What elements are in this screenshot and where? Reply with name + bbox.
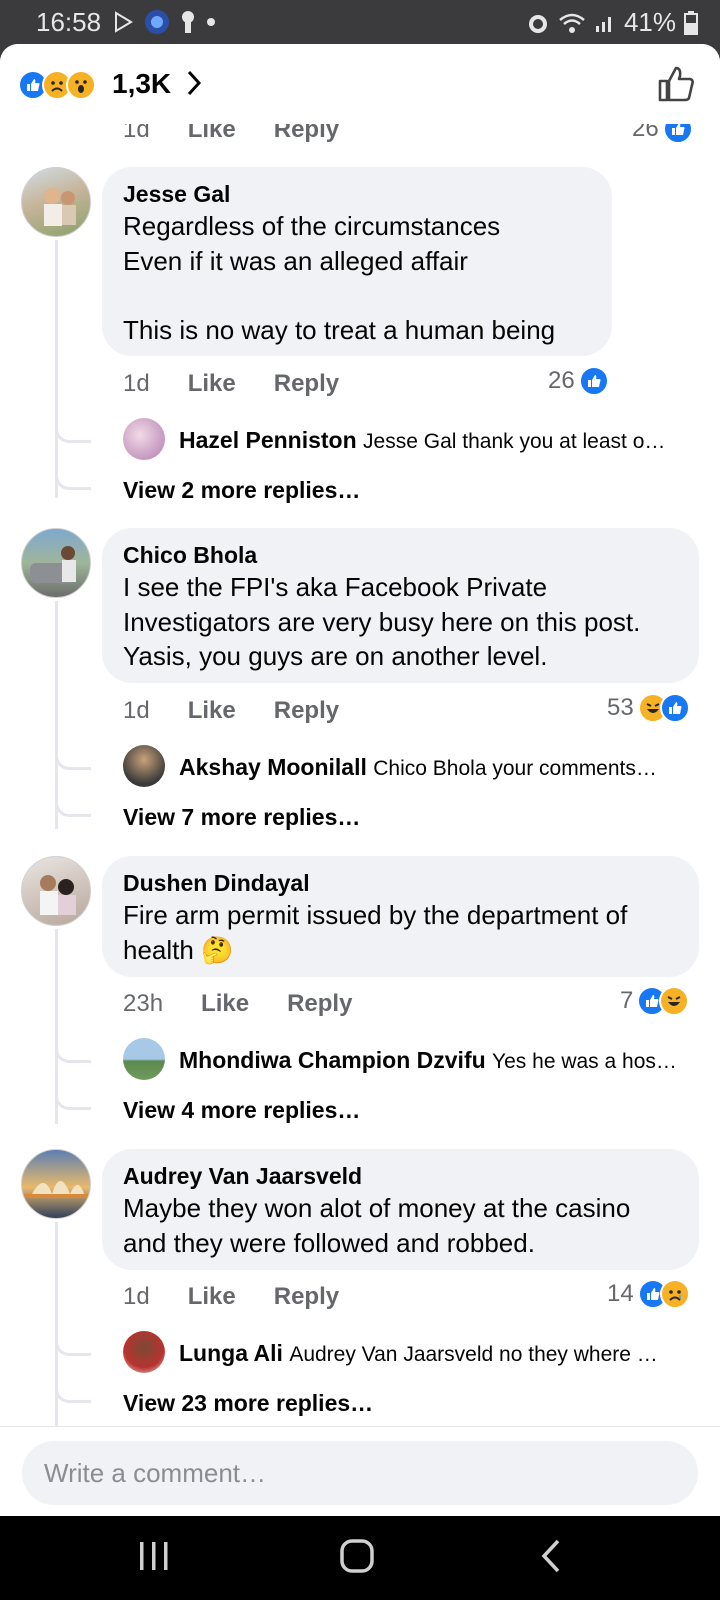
comment-author[interactable]: Jesse Gal [123,179,592,209]
thread-connector [55,417,91,443]
notification-icons [112,9,216,35]
reply-link[interactable]: Reply [274,1283,339,1311]
reply-link[interactable]: Reply [274,697,339,725]
thread-connector [55,464,91,490]
signal-icon [595,16,611,32]
like-button-icon[interactable] [656,64,696,104]
like-link[interactable]: Like [188,1283,236,1311]
avatar-hazel-penniston[interactable] [123,418,165,460]
comment-actions: 1d Like Reply [123,1283,339,1311]
comment-age: 1d [123,697,150,724]
comment-bubble[interactable]: Dushen Dindayal Fire arm permit issued b… [102,856,699,977]
avatar-lunga-ali[interactable] [123,1331,165,1373]
recent-apps-icon[interactable] [138,1536,170,1576]
comment-age: 1d [123,1283,150,1310]
view-more-replies-link[interactable]: View 23 more replies… [123,1390,373,1417]
view-more-replies-link[interactable]: View 4 more replies… [123,1097,360,1124]
battery-percent: 41% [623,7,676,37]
like-link[interactable]: Like [188,370,236,398]
thread-line [55,1222,58,1432]
reply-preview[interactable]: Lunga Ali Audrey Van Jaarsveld no they w… [179,1340,699,1367]
haha-reaction-icon [659,986,690,1016]
comment-text: Regardless of the circumstances Even if … [123,211,556,345]
reply-text: Chico Bhola your comments… [373,757,657,780]
view-more-replies-link[interactable]: View 7 more replies… [123,804,360,831]
avatar-dushen-dindayal[interactable] [21,856,91,926]
reactions-header[interactable]: 1,3K [0,44,720,124]
comment-age: 23h [123,990,164,1017]
avatar-mhondiwa-champion-dzvifu[interactable] [123,1038,165,1080]
comment-bubble[interactable]: Chico Bhola I see the FPI's aka Facebook… [102,528,699,683]
comment-text: Fire arm permit issued by the department… [123,900,628,965]
reply-author[interactable]: Akshay Moonilall [179,754,367,780]
comment-bubble[interactable]: Jesse Gal Regardless of the circumstance… [102,167,612,356]
reply-author[interactable]: Lunga Ali [179,1340,283,1366]
comment-actions: 23h Like Reply [123,990,352,1018]
reaction-count[interactable]: 53 [607,693,690,723]
avatar-audrey-van-jaarsveld[interactable] [21,1149,91,1219]
comment-actions: 1d Like Reply [123,370,339,398]
alarm-icon [528,14,547,33]
sad-reaction-icon [659,1279,690,1309]
reaction-count[interactable]: 14 [607,1279,690,1309]
status-bar: 16:58 41% [0,0,720,44]
avatar-jesse-gal[interactable] [21,167,91,237]
play-store-icon [115,11,133,33]
avatar-chico-bhola[interactable] [21,528,91,598]
view-more-replies-link[interactable]: View 2 more replies… [123,477,360,504]
comment-author[interactable]: Dushen Dindayal [123,868,679,898]
keyhole-icon [182,11,194,33]
like-link[interactable]: Like [188,697,236,725]
reply-link[interactable]: Reply [287,990,352,1018]
thread-connector [55,1377,91,1403]
wifi-icon [559,13,585,33]
home-icon[interactable] [338,1536,378,1576]
comment-text: I see the FPI's aka Facebook Private Inv… [123,572,641,671]
reply-preview[interactable]: Mhondiwa Champion Dzvifu Yes he was a ho… [179,1047,699,1074]
reply-preview[interactable]: Akshay Moonilall Chico Bhola your commen… [179,754,699,781]
battery-icon [684,10,698,35]
avatar-akshay-moonilall[interactable] [123,745,165,787]
reply-link[interactable]: Reply [274,370,339,398]
reply-author[interactable]: Hazel Penniston [179,427,357,453]
thread-connector [55,744,91,770]
chevron-right-icon[interactable] [184,68,204,98]
dot-icon [207,18,215,26]
comment-list[interactable]: 1d Like Reply 26 Jesse Gal Regardless of… [0,44,720,1432]
reaction-count[interactable]: 26 [548,366,609,396]
clock: 16:58 [36,7,102,37]
wow-reaction-icon [66,70,96,100]
thread-connector [55,1330,91,1356]
reply-preview[interactable]: Hazel Penniston Jesse Gal thank you at l… [179,427,699,454]
thread-connector [55,791,91,817]
like-link[interactable]: Like [201,990,249,1018]
thread-connector [55,1037,91,1063]
thread-connector [55,1084,91,1110]
comment-input[interactable] [22,1441,698,1505]
system-icons: 41% [526,7,698,38]
reply-text: Jesse Gal thank you at least o… [363,430,666,453]
reaction-count-total[interactable]: 1,3K [112,68,171,100]
comment-author[interactable]: Audrey Van Jaarsveld [123,1161,679,1191]
comment-author[interactable]: Chico Bhola [123,540,679,570]
comment-composer [0,1426,720,1516]
comment-age: 1d [123,370,150,397]
app-badge-icon [145,10,169,34]
reply-text: Yes he was a hos… [492,1050,677,1073]
reply-author[interactable]: Mhondiwa Champion Dzvifu [179,1047,486,1073]
like-reaction-icon [578,366,609,396]
android-nav-bar [0,1516,720,1600]
thread-line [55,240,58,498]
comment-actions: 1d Like Reply [123,697,339,725]
back-icon[interactable] [538,1536,566,1576]
comments-sheet: 1d Like Reply 26 Jesse Gal Regardless of… [0,44,720,1516]
reaction-count[interactable]: 7 [620,986,690,1016]
reply-text: Audrey Van Jaarsveld no they where … [289,1343,658,1366]
comment-text: Maybe they won alot of money at the casi… [123,1193,631,1258]
comment-bubble[interactable]: Audrey Van Jaarsveld Maybe they won alot… [102,1149,699,1270]
like-reaction-icon [659,693,690,723]
reaction-summary-icons [18,70,96,100]
